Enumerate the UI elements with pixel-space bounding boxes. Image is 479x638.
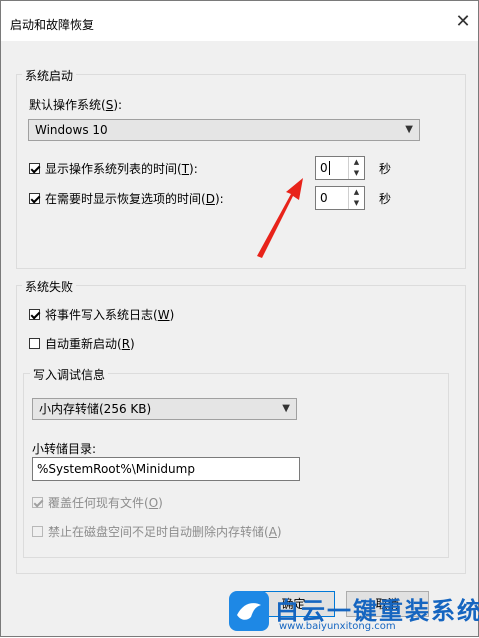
annotation-arrow-icon [257, 178, 303, 258]
show-recovery-spinner[interactable]: 0 ▲ ▼ [315, 186, 365, 210]
show-recovery-label: 在需要时显示恢复选项的时间(D): [45, 191, 224, 206]
dialog-title: 启动和故障恢复 [10, 18, 95, 32]
checkbox-empty-icon [32, 525, 43, 537]
watermark-url: www.baiyunxitong.com [279, 621, 396, 632]
dump-dir-value: %SystemRoot%\Minidump [37, 462, 195, 476]
disable-auto-delete-label: 禁止在磁盘空间不足时自动删除内存转储(A) [48, 524, 282, 539]
bird-logo-icon [229, 591, 269, 631]
disable-auto-delete-checkbox[interactable]: 禁止在磁盘空间不足时自动删除内存转储(A) [32, 523, 282, 539]
show-os-list-value: 0 [320, 161, 328, 175]
overwrite-label: 覆盖任何现有文件(O) [48, 495, 163, 510]
checkbox-checked-icon [29, 162, 40, 174]
triangle-down-icon[interactable]: ▼ [348, 198, 364, 209]
checkbox-checked-icon [29, 192, 40, 204]
write-event-label: 将事件写入系统日志(W) [45, 307, 175, 322]
checkbox-empty-icon [29, 337, 40, 349]
default-os-label: 默认操作系统(S): [29, 98, 123, 112]
chevron-down-icon: ▼ [405, 124, 413, 135]
system-failure-legend: 系统失败 [22, 278, 77, 295]
auto-restart-checkbox[interactable]: 自动重新启动(R) [29, 335, 135, 351]
dump-dir-input[interactable]: %SystemRoot%\Minidump [32, 457, 300, 481]
system-startup-legend: 系统启动 [22, 67, 77, 84]
checkbox-checked-icon [32, 496, 43, 508]
show-recovery-checkbox[interactable]: 在需要时显示恢复选项的时间(D): [29, 190, 224, 206]
overwrite-checkbox[interactable]: 覆盖任何现有文件(O) [32, 494, 163, 510]
debug-info-legend: 写入调试信息 [30, 366, 109, 383]
title-bar: 启动和故障恢复 ✕ [1, 1, 478, 41]
show-os-list-unit: 秒 [379, 162, 392, 176]
triangle-down-icon[interactable]: ▼ [348, 168, 364, 179]
show-os-list-spinner[interactable]: 0 ▲ ▼ [315, 156, 365, 180]
checkbox-checked-icon [29, 308, 40, 320]
text-cursor [329, 161, 330, 175]
close-icon[interactable]: ✕ [448, 7, 478, 37]
show-os-list-checkbox[interactable]: 显示操作系统列表的时间(T): [29, 160, 198, 176]
show-os-list-label: 显示操作系统列表的时间(T): [45, 161, 198, 176]
show-recovery-value: 0 [320, 191, 328, 205]
show-recovery-unit: 秒 [379, 192, 392, 206]
default-os-select[interactable]: Windows 10 ▼ [28, 119, 420, 141]
watermark: 白云一键重装系统 www.baiyunxitong.com [229, 591, 479, 638]
chevron-down-icon: ▼ [282, 403, 290, 414]
dump-dir-label: 小转储目录: [32, 442, 97, 456]
write-event-checkbox[interactable]: 将事件写入系统日志(W) [29, 306, 174, 322]
default-os-value: Windows 10 [35, 123, 108, 137]
startup-recovery-dialog: 启动和故障恢复 ✕ 系统启动 默认操作系统(S): Windows 10 ▼ 显… [0, 0, 479, 637]
dump-type-select[interactable]: 小内存转储(256 KB) ▼ [32, 398, 297, 420]
auto-restart-label: 自动重新启动(R) [45, 336, 135, 351]
dump-type-value: 小内存转储(256 KB) [39, 402, 152, 416]
